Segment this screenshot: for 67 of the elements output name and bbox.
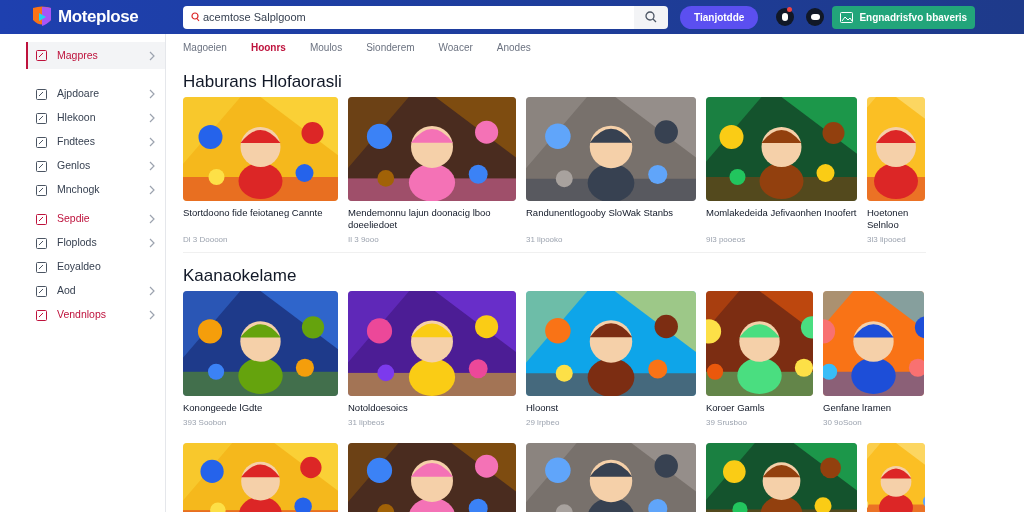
game-meta: 30 9oSoon <box>823 417 863 429</box>
sidebar-item[interactable]: Fndtees <box>26 130 165 154</box>
game-meta: 39 Srusboo <box>706 417 748 429</box>
image-icon <box>840 11 854 23</box>
game-meta: 29 lrpbeo <box>526 417 561 429</box>
checkbox-icon <box>36 50 47 61</box>
game-title: Randunentlogooby SloWak Stanbs <box>526 207 674 220</box>
sidebar-item[interactable]: Mnchogk <box>26 178 165 202</box>
logo-icon <box>30 5 54 29</box>
game-meta: 9l3 pooeos <box>706 234 747 246</box>
chevron-right-icon <box>149 185 155 195</box>
checkbox-icon <box>36 237 47 249</box>
checkbox-icon <box>36 261 47 273</box>
checkbox-icon <box>36 309 47 321</box>
game-title: Hoetonen Selnloo <box>867 207 910 231</box>
search-button[interactable] <box>634 5 668 29</box>
game-title: Momlakedeida Jefivaonhen Inoofert <box>706 207 857 220</box>
chevron-right-icon <box>149 214 155 224</box>
game-meta: Dl 3 Doooon <box>183 234 229 246</box>
sidebar-item[interactable]: Aod <box>26 279 165 303</box>
category-tab[interactable]: Woacer <box>438 39 473 55</box>
game-title: Stortdoono fide feiotaneg Cannte <box>183 207 324 220</box>
game-title: Mendemonnu lajun doonacig lboo doeeliedoet <box>348 207 492 231</box>
sidebar-item[interactable]: Sepdie <box>26 207 165 231</box>
section-title: Haburans Hlofaorasli <box>183 71 343 91</box>
category-tab[interactable]: Anodes <box>496 39 531 55</box>
game-meta: 393 Soobon <box>183 417 228 429</box>
sidebar-item[interactable]: Vendnlops <box>26 303 165 327</box>
game-title: Hloonst <box>526 402 560 414</box>
chevron-right-icon <box>149 89 155 99</box>
search-icon <box>645 11 657 23</box>
checkbox-icon <box>36 112 47 124</box>
game-meta: 31 lipooko <box>526 234 564 246</box>
chevron-right-icon <box>149 238 155 248</box>
primary-button[interactable]: Tianjotdde <box>680 5 759 29</box>
notification-icon[interactable] <box>776 8 795 26</box>
checkbox-icon <box>36 285 47 297</box>
checkbox-icon <box>36 136 47 148</box>
sidebar-item[interactable]: Eoyaldeo <box>26 255 165 279</box>
chevron-right-icon <box>149 310 155 320</box>
game-title: Notoldoesoics <box>348 402 409 414</box>
checkbox-icon <box>36 213 47 225</box>
checkbox-icon <box>36 184 47 196</box>
chevron-right-icon <box>149 137 155 147</box>
sidebar-item[interactable]: Ajpdoare <box>26 82 165 106</box>
checkbox-icon <box>36 160 47 172</box>
sidebar-item[interactable]: Floplods <box>26 231 165 255</box>
chevron-right-icon <box>149 161 155 171</box>
game-title: Koroer Gamls <box>706 402 766 414</box>
category-tab[interactable]: Hoonrs <box>250 39 286 55</box>
section-title: Kaanaokelame <box>183 265 298 285</box>
game-meta: 3l3 lipooed <box>867 234 907 246</box>
chevron-right-icon <box>149 50 155 61</box>
category-tab[interactable]: Magoeien <box>183 39 227 55</box>
game-title: Konongeede lGdte <box>183 402 264 414</box>
sidebar-item[interactable]: Genlos <box>26 154 165 178</box>
search-field[interactable]: acemtose Salplgoom <box>183 5 634 29</box>
chevron-right-icon <box>149 286 155 296</box>
category-tab[interactable]: Moulos <box>309 39 343 55</box>
logo-text: Moteplose <box>58 6 139 29</box>
game-meta: 31 lipbeos <box>348 417 386 429</box>
chevron-right-icon <box>149 113 155 123</box>
category-tab[interactable]: Sionderem <box>366 39 415 55</box>
sidebar-item[interactable]: Magpres <box>26 42 165 69</box>
sidebar-item[interactable]: Hlekoon <box>26 106 165 130</box>
game-title: Genfane lramen <box>823 402 893 414</box>
checkbox-icon <box>36 88 47 100</box>
